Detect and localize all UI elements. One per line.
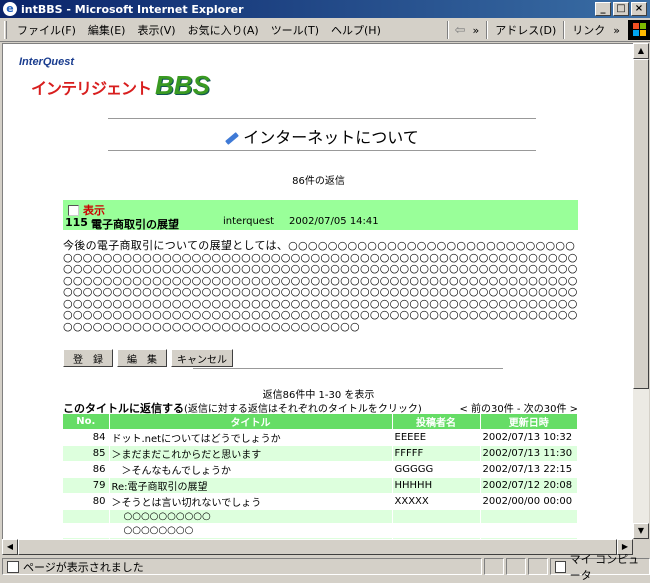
post-author: interquest: [223, 216, 275, 227]
scroll-left-arrow-icon[interactable]: ◀: [2, 539, 18, 555]
col-author: 投稿者名: [392, 414, 481, 430]
row-no: 86: [63, 461, 110, 478]
row-date: 2002/07/13 22:15: [480, 461, 578, 478]
row-author: FFFFF: [392, 445, 481, 462]
post-header: 表示 115 電子商取引の展望 interquest 2002/07/05 14…: [63, 200, 578, 231]
row-author: HHHHH: [392, 477, 481, 494]
row-date: 2002/07/13 11:30: [480, 445, 578, 462]
table-row[interactable]: 80 ＞そうとは言い切れないでしょう XXXXX 2002/00/00 00:0…: [63, 493, 578, 510]
row-date: [480, 509, 578, 524]
status-text: ページが表示されました: [23, 560, 144, 574]
pencil-icon: [225, 132, 240, 145]
row-title-link[interactable]: Re:電子商取引の展望: [109, 477, 393, 494]
windows-logo-icon: [628, 20, 650, 40]
menu-tools[interactable]: ツール(T): [265, 20, 325, 40]
row-title-link[interactable]: ＞まだまだこれからだと思います: [109, 445, 393, 462]
row-no: 85: [63, 445, 110, 462]
section-rule: [193, 368, 503, 369]
cancel-button[interactable]: キャンセル: [171, 349, 233, 367]
page-title: インターネットについて: [108, 124, 536, 148]
row-date: 2002/07/13 10:32: [480, 429, 578, 446]
page-viewport: InterQuest インテリジェント BBS インターネットについて 86件の返…: [2, 43, 633, 539]
reply-range: 返信86件中 1-30 を表示: [262, 390, 375, 401]
toolbar-more-chevron[interactable]: »: [468, 24, 483, 37]
horizontal-scroll-thumb[interactable]: [18, 539, 617, 555]
menu-file[interactable]: ファイル(F): [11, 20, 82, 40]
row-no: [63, 523, 110, 538]
edit-button[interactable]: 編 集: [117, 349, 167, 367]
logo-title-jp: インテリジェント: [31, 79, 152, 98]
scroll-up-arrow-icon[interactable]: ▲: [633, 43, 649, 59]
page-title-text: インターネットについて: [243, 128, 419, 147]
reply-table: No. タイトル 投稿者名 更新日時 84 ドット.netについてはどうでしょう…: [63, 414, 578, 539]
window-titlebar: e intBBS - Microsoft Internet Explorer _…: [0, 0, 650, 18]
scroll-down-arrow-icon[interactable]: ▼: [633, 523, 649, 539]
row-no: 80: [63, 493, 110, 510]
row-author: GGGGG: [392, 461, 481, 478]
row-title-link[interactable]: ○○○○○○○○: [109, 523, 393, 538]
post-title: 電子商取引の展望: [91, 218, 179, 231]
zone-text: マイ コンピュータ: [569, 552, 640, 582]
page-done-icon: [7, 560, 19, 573]
row-title-link[interactable]: ○○○○○○○○○○: [109, 509, 393, 524]
table-row[interactable]: 79 Re:電子商取引の展望 HHHHH 2002/07/12 20:08: [63, 477, 578, 494]
row-author: [392, 509, 481, 524]
post-number: 115: [65, 216, 88, 229]
status-bar: ページが表示されました マイ コンピュータ: [0, 553, 650, 582]
toolbar-grip[interactable]: [4, 20, 7, 39]
show-checkbox[interactable]: [68, 204, 79, 216]
row-title-link[interactable]: ドット.netについてはどうでしょうか: [109, 429, 393, 446]
row-no: 84: [63, 429, 110, 446]
vertical-scrollbar[interactable]: ▲ ▼: [633, 43, 649, 539]
ie-icon: e: [3, 2, 17, 16]
register-button[interactable]: 登 録: [63, 349, 113, 367]
menu-edit[interactable]: 編集(E): [82, 20, 132, 40]
row-date: 2002/07/12 20:08: [480, 477, 578, 494]
table-row[interactable]: ○○○○○○○○○○: [63, 509, 578, 524]
back-arrow-icon[interactable]: ⇦: [452, 23, 469, 38]
heading-top-rule: [108, 118, 536, 119]
computer-icon: [555, 560, 566, 573]
minimize-button[interactable]: _: [595, 2, 611, 16]
maximize-button[interactable]: □: [613, 2, 629, 16]
menu-favorites[interactable]: お気に入り(A): [182, 20, 265, 40]
row-no: 79: [63, 477, 110, 494]
window-title: intBBS - Microsoft Internet Explorer: [21, 2, 244, 16]
menu-help[interactable]: ヘルプ(H): [325, 20, 387, 40]
menu-view[interactable]: 表示(V): [131, 20, 181, 40]
address-label[interactable]: アドレス(D): [491, 22, 560, 38]
links-label[interactable]: リンク: [568, 22, 609, 38]
row-no: [63, 509, 110, 524]
menu-bar: ファイル(F) 編集(E) 表示(V) お気に入り(A) ツール(T) ヘルプ(…: [0, 18, 650, 42]
row-date: [480, 523, 578, 538]
col-no: No.: [63, 414, 110, 430]
site-logo[interactable]: InterQuest インテリジェント BBS: [19, 56, 210, 100]
brand-text: InterQuest: [19, 56, 75, 68]
reply-count: 86件の返信: [292, 176, 345, 187]
close-button[interactable]: ×: [631, 2, 647, 16]
row-author: XXXXX: [392, 493, 481, 510]
vertical-scroll-thumb[interactable]: [633, 59, 649, 389]
table-row[interactable]: 86 ＞そんなもんでしょうか GGGGG 2002/07/13 22:15: [63, 461, 578, 478]
heading-bottom-rule: [108, 150, 536, 151]
row-author: [392, 523, 481, 538]
row-title-link[interactable]: ＞そんなもんでしょうか: [109, 461, 393, 478]
logo-title-bbs: BBS: [155, 70, 210, 100]
col-date: 更新日時: [480, 414, 578, 430]
row-title-link[interactable]: ＞そうとは言い切れないでしょう: [109, 493, 393, 510]
row-author: EEEEE: [392, 429, 481, 446]
table-row[interactable]: ○○○○○○○○: [63, 523, 578, 538]
table-row[interactable]: 84 ドット.netについてはどうでしょうか EEEEE 2002/07/13 …: [63, 429, 578, 446]
horizontal-scrollbar[interactable]: ◀ ▶: [2, 539, 633, 555]
links-more-chevron[interactable]: »: [609, 24, 624, 37]
post-actions: 登 録 編 集 キャンセル: [63, 349, 233, 367]
row-date: 2002/00/00 00:00: [480, 493, 578, 510]
table-row[interactable]: 85 ＞まだまだこれからだと思います FFFFF 2002/07/13 11:3…: [63, 445, 578, 462]
post-date: 2002/07/05 14:41: [289, 216, 379, 227]
post-body: 今後の電子商取引についての展望としては、○○○○○○○○○○○○○○○○○○○○…: [63, 239, 578, 333]
col-title: タイトル: [109, 414, 393, 430]
